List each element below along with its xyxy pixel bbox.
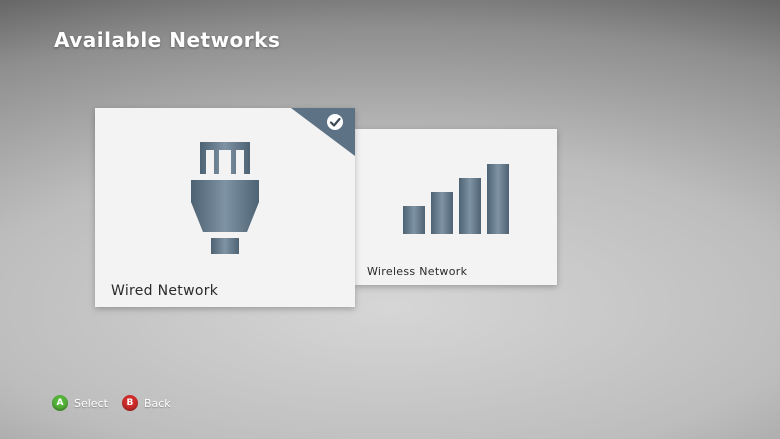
wired-network-tile[interactable]: Wired Network [95,108,355,307]
wired-network-label: Wired Network [111,283,219,299]
select-hint[interactable]: A Select [52,395,108,411]
ethernet-plug-icon [191,142,259,254]
wireless-network-tile[interactable]: Wireless Network [355,129,557,285]
checkmark-icon [329,117,341,127]
select-hint-label: Select [74,396,108,410]
controller-hints: A Select B Back [52,395,185,411]
back-hint-label: Back [143,396,171,410]
b-button-icon: B [121,395,138,411]
back-hint[interactable]: B Back [121,395,171,411]
selected-corner-tab [291,108,355,156]
page-title: Available Networks [54,28,281,52]
wireless-network-label: Wireless Network [367,265,468,278]
signal-bars-icon [403,164,509,234]
a-button-icon: A [52,395,68,411]
